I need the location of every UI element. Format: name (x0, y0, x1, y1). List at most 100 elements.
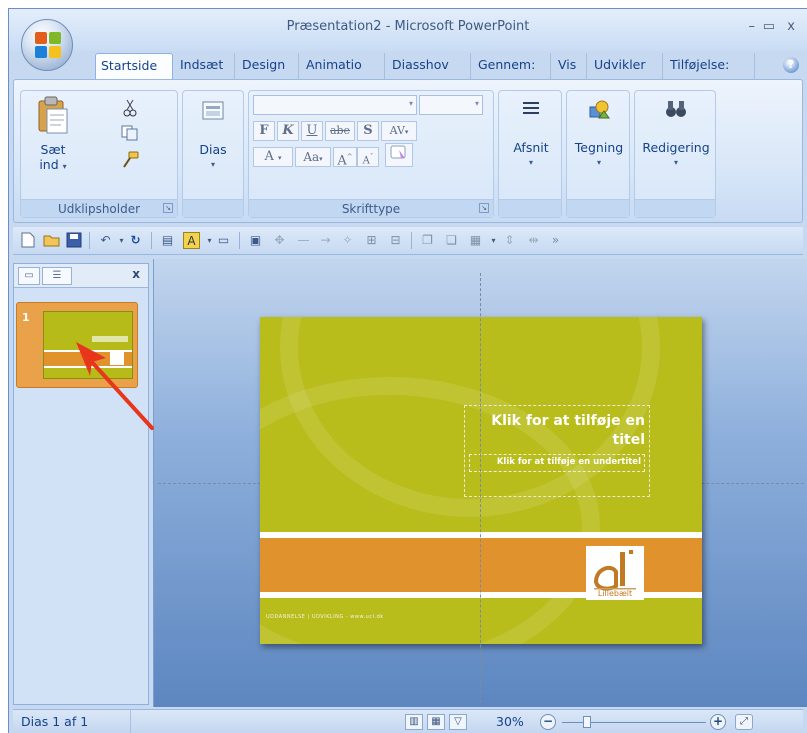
slides-tab-icon[interactable]: ▭ (18, 267, 40, 285)
paste-button[interactable]: Sæt ind ▾ (29, 95, 77, 174)
bring-forward-icon: ⊞ (366, 233, 377, 247)
underline-button[interactable]: U (301, 121, 323, 141)
editing-button[interactable]: Redigering ▾ (639, 99, 713, 170)
slides-label: Dias (199, 142, 227, 157)
orange-band: Lillebælt (260, 532, 702, 600)
move-left-icon: — (297, 233, 310, 247)
strikethrough-button[interactable]: abe (325, 121, 355, 141)
undo-icon[interactable]: ↶ (97, 232, 114, 249)
status-bar: Dias 1 af 1 ▥ ▦ ▽ 30% − + ⤢ (13, 709, 803, 733)
slide[interactable]: Lillebælt Klik for at tilføje en titel K… (260, 317, 702, 644)
shadow-button[interactable]: S (357, 121, 379, 141)
align-icon: ⇕ (504, 233, 515, 247)
slides-button[interactable]: Dias ▾ (189, 101, 237, 172)
font-launcher-icon[interactable]: ↘ (479, 203, 489, 213)
save-icon[interactable] (65, 232, 82, 249)
cut-icon[interactable] (121, 99, 139, 117)
new-icon[interactable] (19, 232, 36, 249)
font-size-combo[interactable]: ▾ (419, 95, 483, 115)
tab-udvikler[interactable]: Udvikler (589, 53, 663, 79)
office-logo-icon (35, 32, 61, 58)
paragraph-icon (523, 102, 539, 114)
tab-animationer[interactable]: Animatio (301, 53, 385, 79)
group-icon: ❐ (422, 233, 433, 247)
clipboard-launcher-icon[interactable]: ↘ (163, 203, 173, 213)
slide-show-icon[interactable]: ▽ (449, 714, 467, 730)
vertical-guide[interactable] (480, 273, 481, 703)
crop-icon[interactable]: ▣ (247, 232, 264, 249)
paste-label-2: ind (39, 157, 59, 172)
send-backward-icon: ⊟ (390, 233, 401, 247)
slide-title: Klik for at tilføje en titel (491, 413, 645, 448)
change-case-button[interactable]: Aa▾ (295, 147, 331, 167)
format-painter-icon[interactable] (121, 151, 139, 169)
quick-access-toolbar: ↶ ▾ ↻ ▤ A ▾ ▭ ▣ ✥ — → ✧ ⊞ ⊟ ❐ ❏ ▦ ▾ ⇕ ⇹ … (13, 227, 803, 255)
table-icon[interactable]: ▤ (159, 232, 176, 249)
tab-startside[interactable]: Startside (95, 53, 173, 80)
editing-label: Redigering (642, 140, 710, 155)
slide-indicator: Dias 1 af 1 (13, 710, 131, 733)
paragraph-label: Afsnit (513, 140, 549, 155)
slide-layout-icon (202, 101, 224, 120)
tab-indsaet[interactable]: Indsæt (175, 53, 235, 79)
character-spacing-button[interactable]: AV▾ (381, 121, 417, 141)
tab-design[interactable]: Design (237, 53, 299, 79)
arrange-icon: ▦ (469, 233, 482, 247)
group-paragraph: Afsnit ▾ (498, 90, 562, 218)
pane-close-button[interactable]: x (132, 267, 140, 281)
paragraph-button[interactable]: Afsnit ▾ (505, 99, 557, 170)
close-button[interactable]: x (787, 19, 795, 34)
move-up-icon: ✥ (274, 233, 285, 247)
title-bar: Præsentation2 - Microsoft PowerPoint – ▭… (9, 9, 807, 51)
clipboard-group-label: Udklipsholder (21, 199, 177, 217)
highlight-icon[interactable]: A (183, 232, 200, 249)
grow-font-button[interactable]: A^ (333, 147, 357, 168)
outline-tab-icon[interactable]: ☰ (42, 267, 72, 285)
open-icon[interactable] (43, 232, 60, 249)
paste-icon (38, 96, 68, 134)
subtitle-placeholder[interactable]: Klik for at tilføje en undertitel (469, 454, 645, 472)
binoculars-icon (666, 101, 686, 117)
slide-icon[interactable]: ▭ (215, 232, 232, 249)
help-icon[interactable]: ? (783, 57, 799, 73)
office-button[interactable] (21, 19, 73, 71)
slide-footer: UDDANNELSE | UDVIKLING - www.ucl.dk (266, 614, 384, 620)
distribute-icon: ⇹ (528, 233, 539, 247)
tab-vis[interactable]: Vis (553, 53, 587, 79)
zoom-out-icon[interactable]: − (540, 714, 556, 730)
font-color-button[interactable]: A ▾ (253, 147, 293, 167)
drawing-button[interactable]: Tegning ▾ (571, 99, 627, 170)
group-drawing: Tegning ▾ (566, 90, 630, 218)
zoom-slider-thumb[interactable] (583, 716, 591, 728)
group-font: ▾ ▾ F K U abe S AV▾ A ▾ Aa▾ A^ Aˇ Skrift… (248, 90, 494, 218)
arrange-dropdown-icon: ▾ (491, 236, 496, 245)
font-name-combo[interactable]: ▾ (253, 95, 417, 115)
fit-to-window-icon[interactable]: ⤢ (735, 714, 753, 730)
shrink-font-button[interactable]: Aˇ (357, 147, 379, 167)
normal-view-icon[interactable]: ▥ (405, 714, 423, 730)
tab-gennemse[interactable]: Gennem: (473, 53, 551, 79)
ungroup-icon: ❏ (446, 233, 457, 247)
title-placeholder[interactable]: Klik for at tilføje en titel Klik for at… (464, 405, 650, 497)
clear-formatting-icon[interactable] (385, 143, 413, 167)
minimize-button[interactable]: – (749, 19, 756, 34)
bold-button[interactable]: F (253, 121, 275, 141)
drawing-label: Tegning (574, 140, 624, 155)
zoom-level[interactable]: 30% (496, 710, 524, 733)
slide-subtitle: Klik for at tilføje en undertitel (496, 457, 641, 467)
slide-editing-area: Lillebælt Klik for at tilføje en titel K… (153, 259, 807, 707)
more-commands-icon[interactable]: » (547, 232, 564, 249)
repeat-icon[interactable]: ↻ (127, 232, 144, 249)
italic-button[interactable]: K (277, 121, 299, 141)
slide-sorter-icon[interactable]: ▦ (427, 714, 445, 730)
move-right-icon: → (320, 233, 331, 247)
copy-icon[interactable] (121, 125, 139, 143)
group-slides: Dias ▾ (182, 90, 244, 218)
tab-tilfoejelsesprogrammer[interactable]: Tilføjelse: (665, 53, 755, 79)
logo-text: Lillebælt (597, 589, 633, 598)
restore-button[interactable]: ▭ (763, 19, 775, 34)
tab-diasshow[interactable]: Diasshov (387, 53, 471, 79)
zoom-in-icon[interactable]: + (710, 714, 726, 730)
shapes-icon (589, 100, 610, 119)
pane-tabs: ▭ ☰ x (14, 264, 148, 288)
